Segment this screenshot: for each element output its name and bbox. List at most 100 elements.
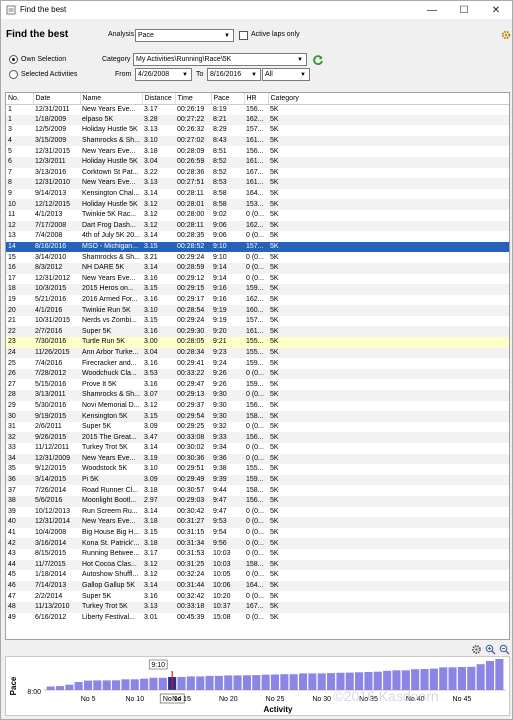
chart-bar[interactable] bbox=[149, 677, 158, 690]
table-row[interactable]: 13 7/4/2008 4th of July 5K 20... 3.14 00:28:… bbox=[6, 231, 509, 242]
table-row[interactable]: 17 12/31/2012 New Years Eve... 3.16 00:29:12… bbox=[6, 274, 509, 285]
active-laps-checkbox[interactable] bbox=[239, 31, 248, 40]
chart-bar[interactable] bbox=[65, 684, 74, 690]
chart-bar[interactable] bbox=[130, 679, 139, 690]
table-row[interactable]: 5 12/31/2015 New Years Eve... 3.18 00:28:09 8… bbox=[6, 146, 509, 157]
table-row[interactable]: 29 5/30/2016 Novi Memorial D... 3.12 00:29:3… bbox=[6, 401, 509, 412]
table-row[interactable]: 47 2/2/2014 Super 5K 3.16 00:32:42 10:20 0 (0.… bbox=[6, 591, 509, 602]
analysis-select[interactable]: Pace ▼ bbox=[135, 29, 234, 42]
chart-bar[interactable] bbox=[467, 666, 476, 690]
chart-bar[interactable] bbox=[485, 661, 494, 690]
chart-bar[interactable] bbox=[289, 674, 298, 690]
chart-bar[interactable] bbox=[439, 667, 448, 690]
table-row[interactable]: 43 8/15/2015 Running Betwee... 3.17 00:31:53… bbox=[6, 549, 509, 560]
chart-bar[interactable] bbox=[495, 659, 504, 690]
chart-bar[interactable] bbox=[102, 680, 111, 690]
table-row[interactable]: 12 7/17/2008 Dart Frog Dash... 3.12 00:28:11… bbox=[6, 220, 509, 232]
chart-bar[interactable] bbox=[177, 677, 186, 690]
table-row[interactable]: 42 3/16/2014 Kona St. Patrick'... 3.18 00:31… bbox=[6, 538, 509, 549]
column-header[interactable]: HR bbox=[244, 93, 269, 105]
table-row[interactable]: 6 12/3/2011 Holiday Hustle 5K 3.04 00:26:59 8… bbox=[6, 156, 509, 168]
column-header[interactable]: No. bbox=[6, 93, 34, 105]
table-row[interactable]: 1 1/18/2009 elpaso 5K 3.28 00:27:22 8:21 162..… bbox=[6, 114, 509, 126]
pace-chart[interactable]: Pace 8:00 No 5 No 10 No 14 No 15 No 20 No 25 N… bbox=[5, 656, 510, 716]
chart-bar[interactable] bbox=[158, 677, 167, 690]
chart-bar[interactable] bbox=[476, 664, 485, 690]
maximize-button[interactable]: ☐ bbox=[448, 1, 480, 19]
table-row[interactable]: 15 3/14/2010 Shamrocks & Sh... 3.21 00:29:24… bbox=[6, 252, 509, 263]
chart-bar[interactable] bbox=[420, 669, 429, 690]
table-row[interactable]: 7 3/13/2016 Corktown St Pat... 3.22 00:28:36… bbox=[6, 168, 509, 179]
table-row[interactable]: 24 11/26/2015 Ann Arbor Turke... 3.04 00:28:… bbox=[6, 347, 509, 359]
table-row[interactable]: 21 10/31/2015 Nerds vs Zombi... 3.15 00:29:2… bbox=[6, 316, 509, 327]
table-row[interactable]: 36 3/14/2015 Pi 5K 3.09 00:29:49 9:39 159... 5K bbox=[6, 474, 509, 486]
chart-bar[interactable] bbox=[270, 674, 279, 691]
table-row[interactable]: 31 2/6/2011 Super 5K 3.09 00:29:25 9:32 0 (0..… bbox=[6, 422, 509, 433]
chart-bar[interactable] bbox=[121, 679, 130, 690]
range-select[interactable]: All ▼ bbox=[262, 68, 310, 81]
table-row[interactable]: 26 7/28/2012 Woodchuck Cla... 3.53 00:33:22 9… bbox=[6, 368, 509, 380]
own-selection-radio[interactable] bbox=[9, 55, 18, 64]
table-row[interactable]: 49 6/16/2012 Liberty Festival... 3.01 00:45:… bbox=[6, 613, 509, 624]
chart-bar[interactable] bbox=[448, 667, 457, 690]
table-row[interactable]: 32 9/26/2015 2015 The Great... 3.47 00:33:08… bbox=[6, 432, 509, 443]
chart-bar[interactable] bbox=[242, 675, 251, 690]
table-row[interactable]: 30 9/19/2015 Kensington 5K 3.15 00:29:54 9:30… bbox=[6, 411, 509, 422]
chart-bar[interactable] bbox=[214, 675, 223, 690]
table-row[interactable]: 28 3/13/2011 Shamrocks & Sh... 3.07 00:29:13… bbox=[6, 390, 509, 401]
table-row[interactable]: 19 5/21/2016 2016 Armed For... 3.16 00:29:17… bbox=[6, 295, 509, 306]
chart-bar[interactable] bbox=[317, 673, 326, 690]
table-row[interactable]: 4 3/15/2009 Shamrocks & Sh... 3.10 00:27:02 8… bbox=[6, 135, 509, 147]
table-row[interactable]: 38 5/6/2016 Moonlight Bootl... 2.97 00:29:03… bbox=[6, 495, 509, 507]
table-row[interactable]: 35 9/12/2015 Woodstock 5K 3.10 00:29:51 9:38 1… bbox=[6, 464, 509, 475]
refresh-icon[interactable] bbox=[312, 54, 324, 66]
column-header[interactable]: Category bbox=[268, 93, 509, 105]
table-row[interactable]: 37 7/26/2014 Road Runner Cl... 3.18 00:30:57… bbox=[6, 485, 509, 496]
chart-bar[interactable] bbox=[280, 674, 289, 690]
column-header[interactable]: Name bbox=[80, 93, 143, 105]
chart-bar[interactable] bbox=[196, 676, 205, 690]
table-row[interactable]: 14 8/16/2016 MSO - Michigan... 3.15 00:28:52… bbox=[6, 241, 509, 253]
zoom-in-icon[interactable] bbox=[485, 644, 496, 655]
chart-bar[interactable] bbox=[224, 675, 233, 690]
table-row[interactable]: 23 7/30/2016 Turtle Run 5K 3.00 00:28:05 9:21… bbox=[6, 337, 509, 348]
table-row[interactable]: 16 8/3/2012 NH DARE 5K 3.14 00:28:59 9:14 0 (0… bbox=[6, 262, 509, 274]
close-button[interactable]: ✕ bbox=[480, 1, 512, 19]
table-row[interactable]: 10 12/12/2015 Holiday Hustle 5K 3.12 00:28:0… bbox=[6, 199, 509, 210]
chart-bar[interactable] bbox=[74, 682, 83, 690]
column-header[interactable]: Distance bbox=[142, 93, 176, 105]
selected-activities-radio[interactable] bbox=[9, 70, 18, 79]
table-row[interactable]: 41 10/4/2008 Big House Big H... 3.15 00:31:1… bbox=[6, 528, 509, 539]
settings-icon[interactable] bbox=[471, 644, 482, 655]
chart-bar[interactable] bbox=[429, 668, 438, 690]
table-row[interactable]: 3 12/5/2009 Holiday Hustle 5K 3.13 00:26:32 8… bbox=[6, 125, 509, 136]
table-row[interactable]: 40 12/31/2014 New Years Eve... 3.18 00:31:27… bbox=[6, 517, 509, 528]
to-date-picker[interactable]: 8/16/2016 ▼ bbox=[207, 68, 261, 81]
table-row[interactable]: 22 2/7/2016 Super 5K 3.16 00:29:30 9:20 161...… bbox=[6, 326, 509, 338]
table-row[interactable]: 46 7/14/2013 Gallop Gallup 5K 3.14 00:31:44 1… bbox=[6, 580, 509, 592]
chart-bar[interactable] bbox=[186, 676, 195, 690]
table-row[interactable]: 11 4/1/2013 Twinkie 5K Rac... 3.12 00:28:00 9… bbox=[6, 210, 509, 221]
table-row[interactable]: 27 5/15/2016 Prove It 5K 3.16 00:29:47 9:26 15… bbox=[6, 379, 509, 390]
table-row[interactable]: 18 10/3/2015 2015 Heros on... 3.15 00:29:15 9… bbox=[6, 284, 509, 295]
chart-bar[interactable] bbox=[299, 673, 308, 690]
chart-bar[interactable] bbox=[93, 680, 102, 690]
table-row[interactable]: 45 1/18/2014 Autoshow Shuffl... 3.12 00:32:2… bbox=[6, 570, 509, 581]
table-row[interactable]: 33 11/12/2011 Turkey Trot 5K 3.14 00:30:02 9:… bbox=[6, 443, 509, 454]
zoom-out-icon[interactable] bbox=[499, 644, 510, 655]
minimize-button[interactable]: — bbox=[416, 1, 448, 19]
chart-bar[interactable] bbox=[55, 686, 64, 690]
chart-bar[interactable] bbox=[46, 686, 55, 691]
column-header[interactable]: Pace bbox=[211, 93, 245, 105]
pace-bar-chart[interactable]: Pace 8:00 No 5 No 10 No 14No 15 No 20 No 25 N… bbox=[6, 657, 509, 715]
chart-bar[interactable] bbox=[308, 673, 317, 690]
chart-bar[interactable] bbox=[112, 680, 121, 690]
chart-bar[interactable] bbox=[252, 675, 261, 690]
table-row[interactable]: 44 11/7/2015 Hot Cocoa Clas... 3.12 00:31:25… bbox=[6, 559, 509, 571]
table-row[interactable]: 1 12/31/2011 New Years Eve... 3.17 00:26:19 8… bbox=[6, 104, 509, 115]
chart-bar[interactable] bbox=[84, 680, 93, 690]
table-row[interactable]: 9 9/14/2013 Kensington Chal... 3.14 00:28:11… bbox=[6, 189, 509, 200]
chart-bar[interactable] bbox=[457, 667, 466, 690]
table-row[interactable]: 20 4/1/2016 Twinkie Run 5K 3.10 00:28:54 9:19… bbox=[6, 305, 509, 316]
chart-bar[interactable] bbox=[140, 678, 149, 690]
